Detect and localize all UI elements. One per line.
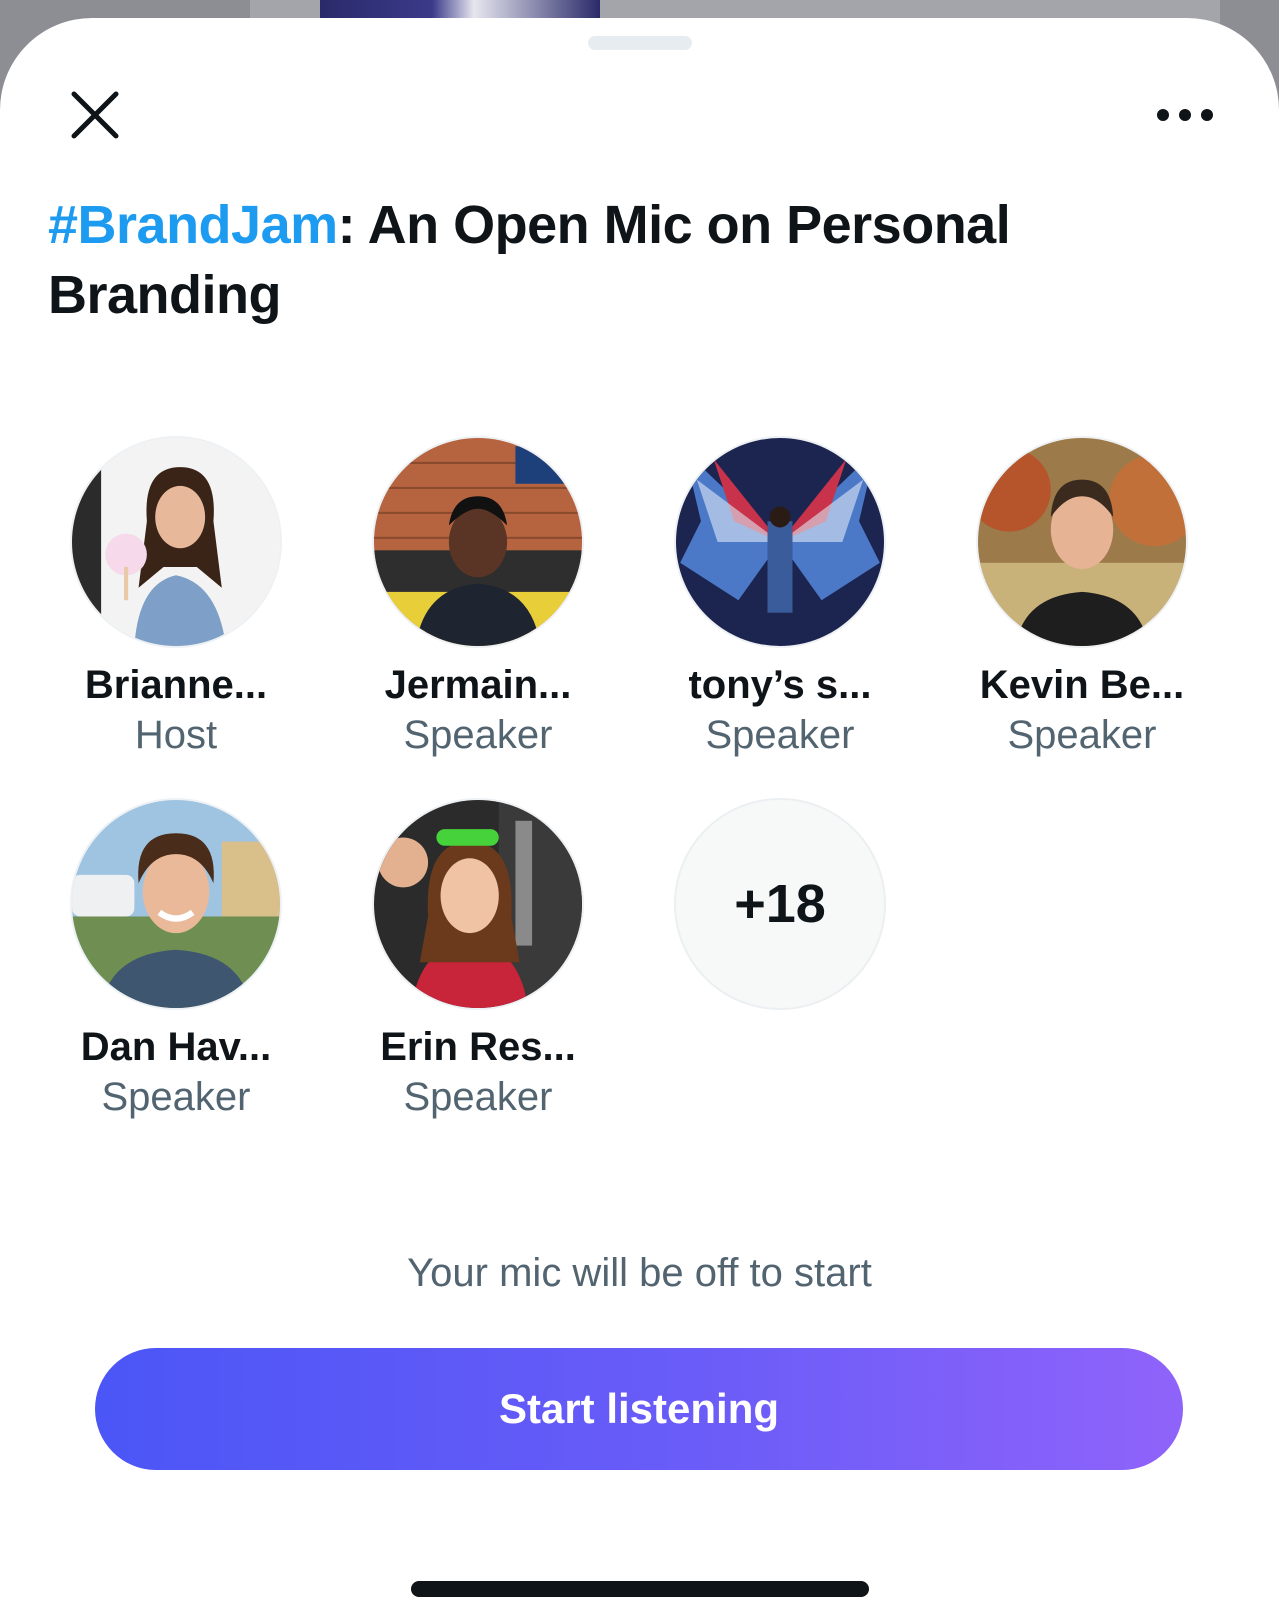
participant-name: Dan Hav... <box>80 1025 272 1069</box>
participant-role: Speaker <box>403 713 553 757</box>
sheet-grabber[interactable] <box>588 36 692 50</box>
participant-role: Host <box>134 713 218 757</box>
start-listening-button[interactable]: Start listening <box>95 1348 1183 1470</box>
home-indicator <box>411 1581 869 1597</box>
avatar <box>70 798 282 1010</box>
participant-brianne[interactable]: Brianne... Host <box>26 436 326 760</box>
participant-name: Jermain... <box>384 663 572 707</box>
mic-status-note: Your mic will be off to start <box>407 1251 872 1295</box>
close-icon <box>71 91 119 139</box>
participant-name: Brianne... <box>84 663 268 707</box>
participant-name: Erin Res... <box>380 1025 576 1069</box>
avatar <box>976 436 1188 648</box>
more-horizontal-icon <box>1157 109 1213 121</box>
participant-kevin[interactable]: Kevin Be... Speaker <box>932 436 1232 760</box>
participant-name: tony’s s... <box>688 663 872 707</box>
space-sheet: #BrandJam: An Open Mic on Personal Brand… <box>0 18 1279 1600</box>
avatar <box>372 436 584 648</box>
close-button[interactable] <box>60 80 130 150</box>
participant-role: Speaker <box>403 1075 553 1119</box>
more-participants[interactable]: +18 <box>630 798 930 1010</box>
space-title: #BrandJam: An Open Mic on Personal Brand… <box>48 190 1198 330</box>
more-options-button[interactable] <box>1145 90 1225 140</box>
participant-role: Speaker <box>705 713 855 757</box>
participant-role: Speaker <box>1007 713 1157 757</box>
participant-name: Kevin Be... <box>979 663 1185 707</box>
participant-role: Speaker <box>101 1075 251 1119</box>
avatar <box>70 436 282 648</box>
participant-jermain[interactable]: Jermain... Speaker <box>328 436 628 760</box>
hashtag-link[interactable]: #BrandJam <box>48 195 338 255</box>
participant-erin[interactable]: Erin Res... Speaker <box>328 798 628 1122</box>
participant-dan[interactable]: Dan Hav... Speaker <box>26 798 326 1122</box>
avatar <box>674 436 886 648</box>
avatar <box>372 798 584 1010</box>
more-participants-count: +18 <box>674 798 886 1010</box>
participant-tony[interactable]: tony’s s... Speaker <box>630 436 930 760</box>
